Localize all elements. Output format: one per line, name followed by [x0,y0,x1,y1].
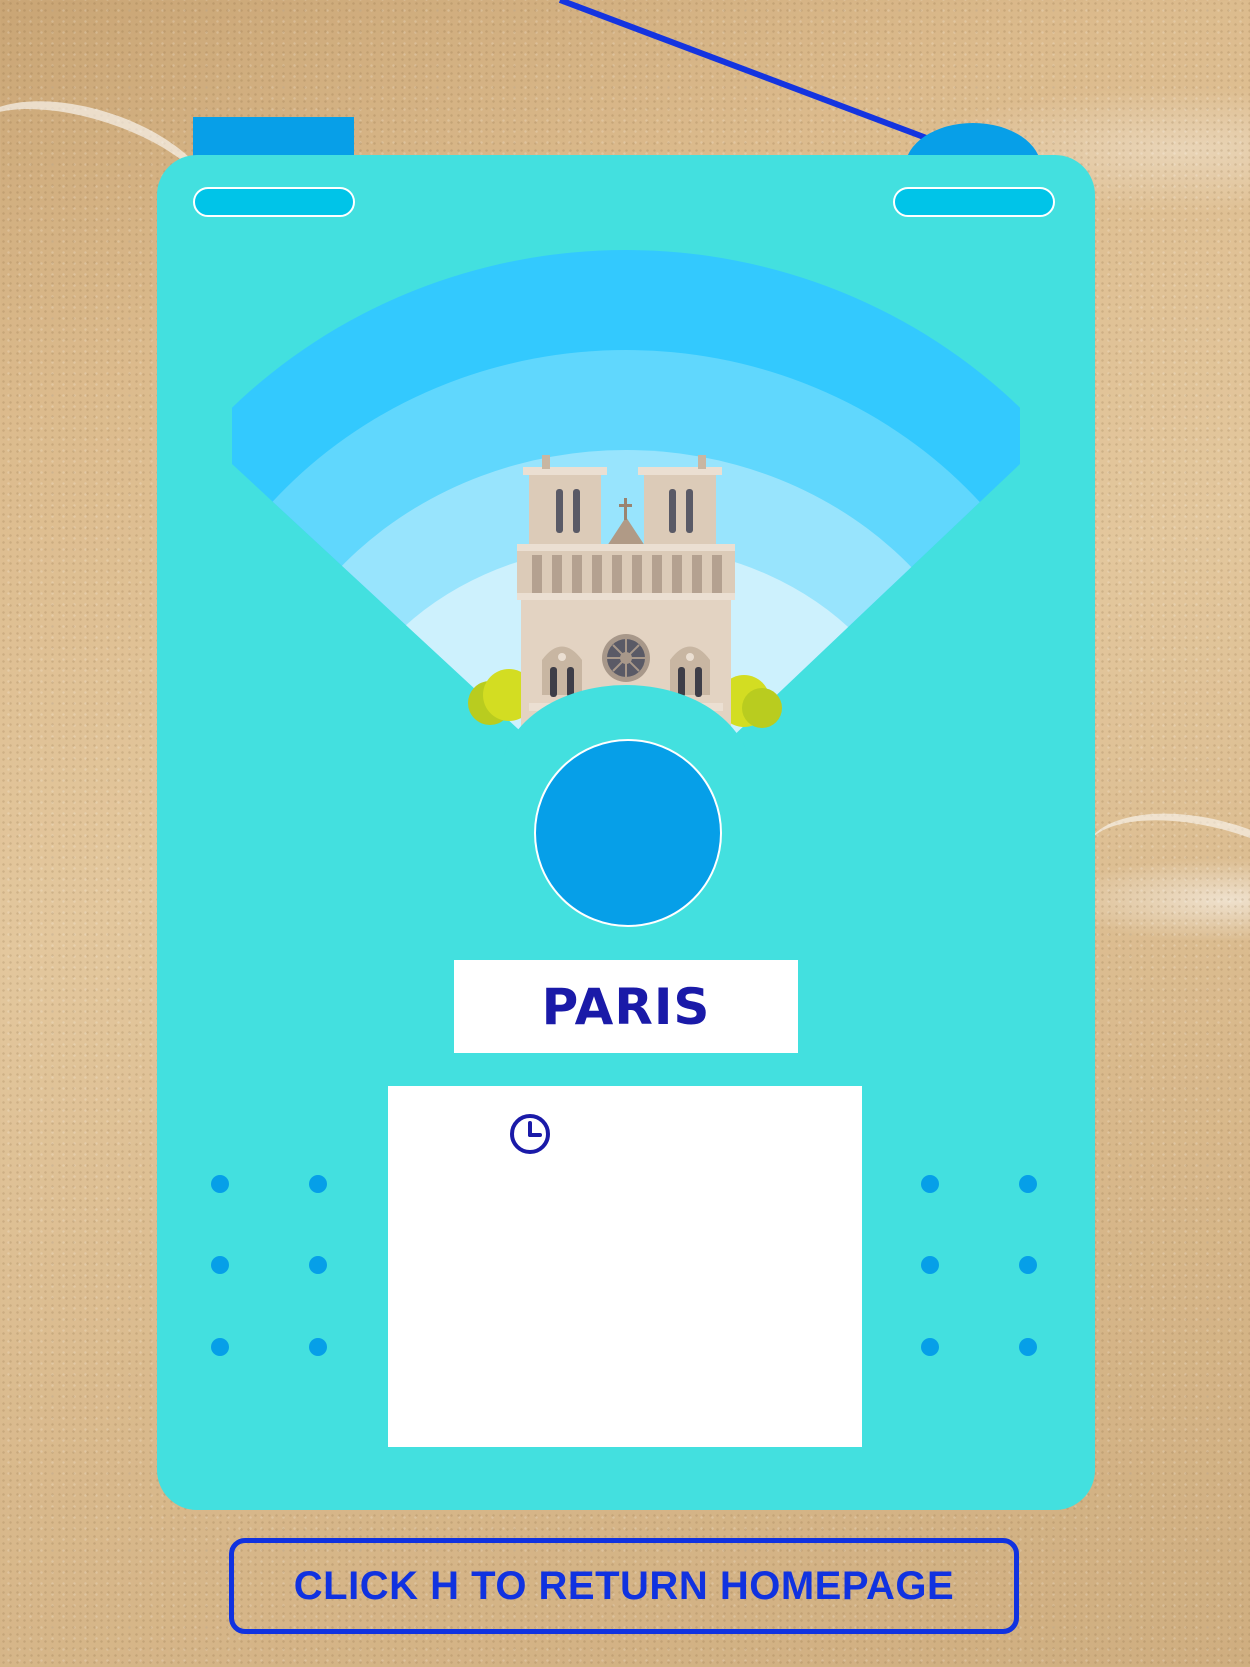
speaker-dot [309,1338,327,1356]
return-homepage-button[interactable]: CLICK H TO RETURN HOMEPAGE [229,1538,1019,1634]
city-name: PARIS [541,977,711,1036]
return-homepage-label: CLICK H TO RETURN HOMEPAGE [293,1563,955,1608]
speaker-dot [921,1256,939,1274]
speaker-dot [1019,1256,1037,1274]
speaker-dot [211,1338,229,1356]
city-name-box: PARIS [454,960,798,1053]
info-panel [388,1086,862,1447]
radio-body: PARIS [157,155,1095,1510]
speaker-dot [309,1256,327,1274]
speaker-dot [1019,1338,1037,1356]
speaker-dot [309,1175,327,1193]
clock-icon [510,1114,550,1154]
radio-handle-tab [193,117,354,159]
speaker-dot [921,1175,939,1193]
speaker-dot [211,1175,229,1193]
speaker-dot [1019,1175,1037,1193]
speaker-dot [921,1338,939,1356]
speaker-dot [211,1256,229,1274]
speaker-circle [534,739,722,927]
signal-fan [232,250,1020,755]
